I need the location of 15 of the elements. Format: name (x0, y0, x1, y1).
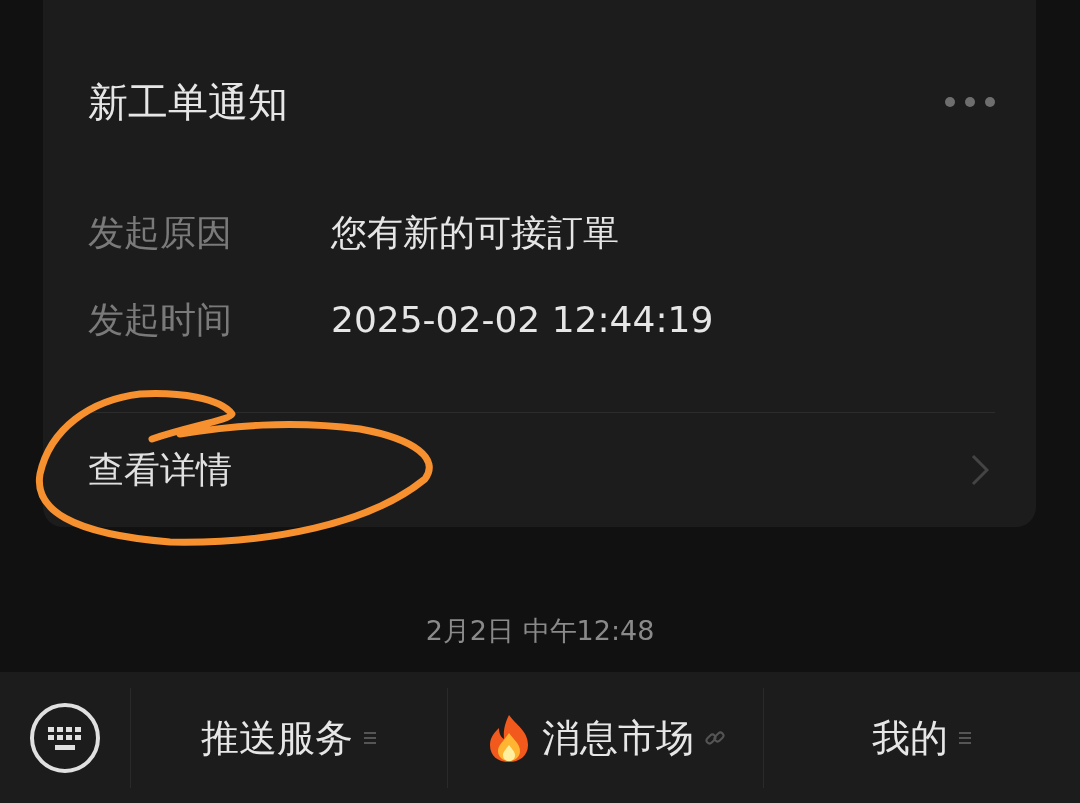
card-title: 新工单通知 (88, 82, 288, 123)
chevron-right-icon (971, 454, 989, 486)
field-value: 2025-02-02 12:44:19 (331, 302, 714, 339)
keyboard-icon[interactable] (29, 701, 101, 774)
menu-tab[interactable]: 推送服务 (130, 687, 447, 788)
field-label: 发起原因 (88, 215, 233, 252)
message-timestamp: 2月2日 中午12:48 (425, 617, 655, 644)
menu-lines-icon (362, 730, 377, 745)
details-row[interactable]: 查看详情 (88, 413, 991, 527)
menu-tab[interactable]: 消息市场 (446, 687, 764, 788)
field-value: 您有新的可接訂單 (331, 215, 619, 252)
menu-tab[interactable]: 我的 (763, 687, 1080, 788)
menu-lines-icon (958, 730, 973, 745)
more-icon[interactable] (944, 96, 996, 109)
field-label: 发起时间 (88, 302, 233, 339)
